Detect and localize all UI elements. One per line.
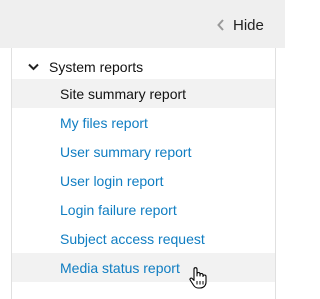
nav-item-label: User login report: [60, 172, 164, 189]
chevron-left-icon: [217, 19, 224, 31]
nav-item-site-summary-report[interactable]: Site summary report: [12, 79, 275, 108]
nav-item-media-status-report[interactable]: Media status report: [12, 253, 275, 282]
hide-label: Hide: [233, 16, 264, 34]
nav-item-user-summary-report[interactable]: User summary report: [12, 137, 275, 166]
reports-panel: System reports Site summary report My fi…: [11, 48, 276, 299]
chevron-down-icon: [28, 63, 39, 71]
nav-item-label: Login failure report: [60, 201, 177, 218]
nav-item-label: Media status report: [60, 259, 180, 276]
nav-item-user-login-report[interactable]: User login report: [12, 166, 275, 195]
nav-item-login-failure-report[interactable]: Login failure report: [12, 195, 275, 224]
nav-item-label: Subject access request: [60, 230, 205, 247]
nav-item-label: Site summary report: [60, 85, 187, 102]
section-title: System reports: [49, 59, 144, 75]
nav-item-label: User summary report: [60, 143, 192, 160]
hide-button[interactable]: Hide: [217, 14, 264, 36]
nav-item-subject-access-request[interactable]: Subject access request: [12, 224, 275, 253]
nav-item-label: My files report: [60, 114, 148, 131]
nav-item-my-files-report[interactable]: My files report: [12, 108, 275, 137]
system-reports-toggle[interactable]: System reports: [28, 57, 143, 77]
top-bar: Hide: [0, 0, 285, 48]
hand-pointer-cursor-icon: [189, 267, 207, 289]
